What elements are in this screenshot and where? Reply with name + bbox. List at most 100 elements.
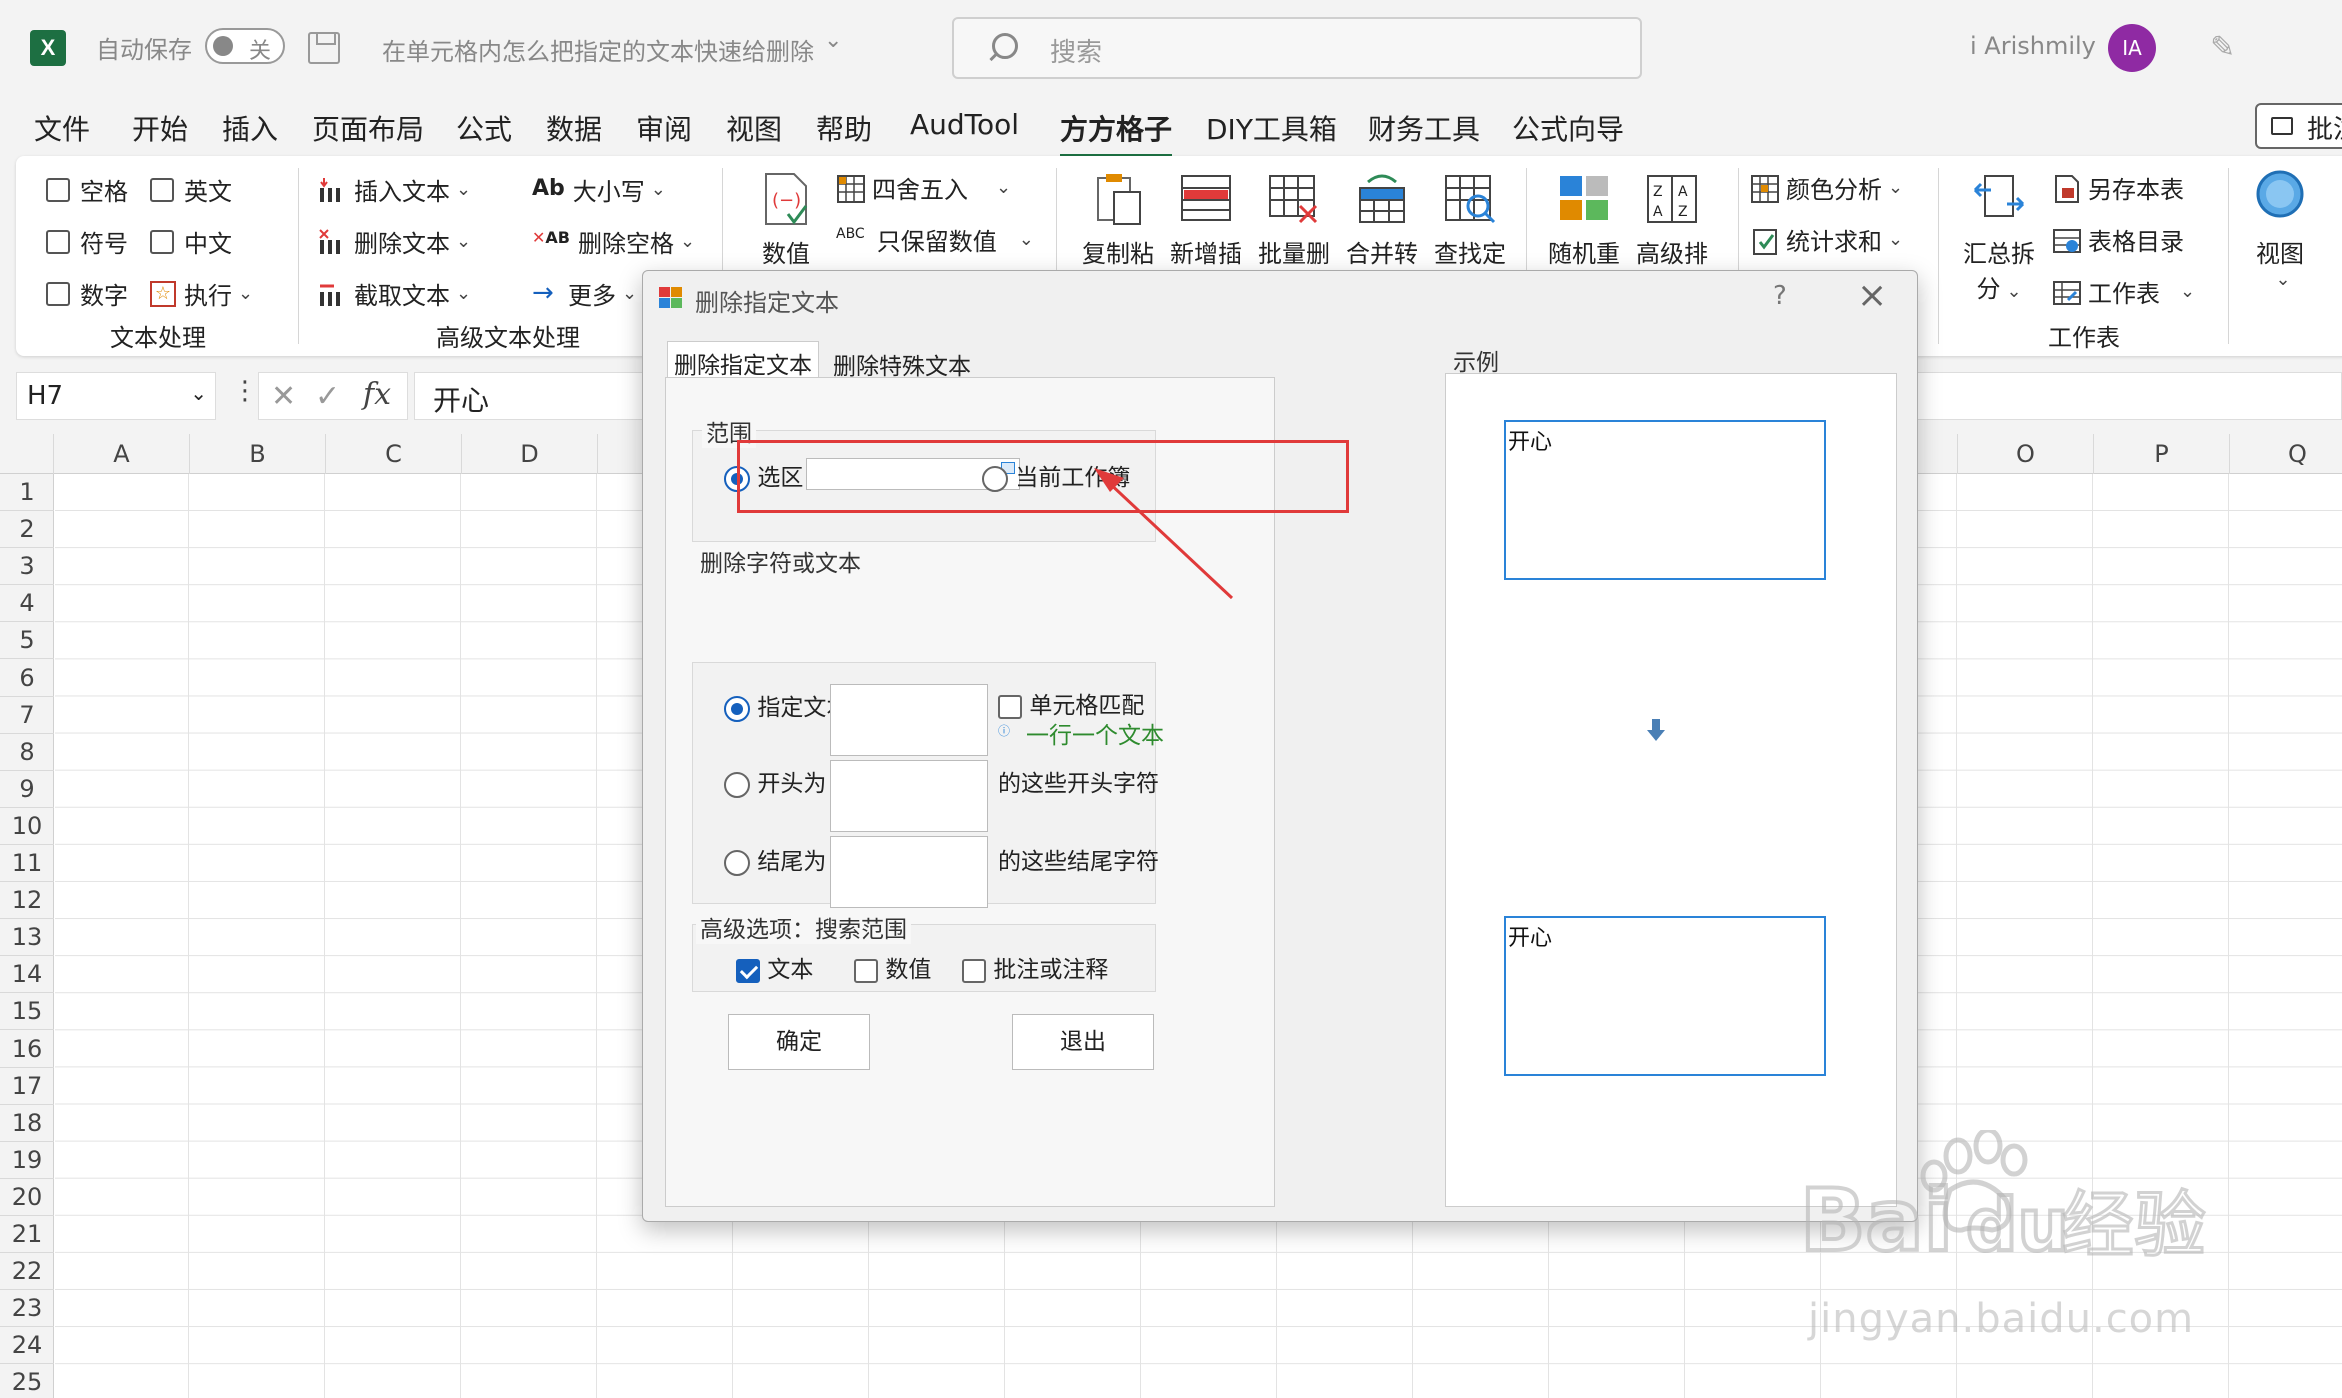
more-button[interactable]: → 更多 ⌄	[532, 276, 637, 311]
row-header[interactable]: 8	[0, 734, 54, 771]
pen-icon[interactable]: ✎	[2210, 30, 2246, 66]
row-header[interactable]: 1	[0, 474, 54, 511]
save-icon[interactable]	[308, 32, 340, 64]
tab-data[interactable]: 数据	[546, 108, 602, 148]
help-icon[interactable]: ?	[1773, 281, 1787, 311]
tab-diy-toolbox[interactable]: DIY工具箱	[1206, 108, 1337, 148]
opt-value-checkbox[interactable]: 数值	[854, 950, 931, 984]
select-all-corner[interactable]	[0, 434, 54, 474]
save-sheet-button[interactable]: 另存本表	[2052, 170, 2184, 205]
autosave-toggle[interactable]: 关	[205, 28, 285, 64]
find-locate-button[interactable]: 查找定	[1430, 170, 1510, 269]
tab-formula-wizard[interactable]: 公式向导	[1512, 108, 1624, 148]
space-checkbox[interactable]: 空格	[46, 172, 128, 207]
row-header[interactable]: 13	[0, 919, 54, 957]
tab-page-layout[interactable]: 页面布局	[312, 108, 424, 148]
tab-fangfanggezi[interactable]: 方方格子	[1060, 108, 1173, 158]
row-header[interactable]: 9	[0, 771, 54, 808]
insert-text-button[interactable]: 插入文本 ⌄	[318, 172, 471, 207]
row-header[interactable]: 25	[0, 1364, 54, 1398]
case-button[interactable]: Ab 大小写 ⌄	[532, 172, 666, 207]
random-button[interactable]: 随机重	[1544, 170, 1624, 269]
cell-match-checkbox[interactable]: 单元格匹配	[998, 686, 1144, 720]
symbol-checkbox[interactable]: 符号	[46, 224, 128, 259]
column-header[interactable]: O	[1958, 434, 2094, 474]
row-header[interactable]: 19	[0, 1142, 54, 1179]
chevron-down-icon[interactable]: ⌄	[190, 381, 207, 405]
search-box[interactable]: 搜索	[952, 17, 1642, 79]
more-options-icon[interactable]: ⋮	[232, 376, 258, 406]
row-header[interactable]: 21	[0, 1216, 54, 1253]
row-header[interactable]: 10	[0, 808, 54, 845]
row-header[interactable]: 6	[0, 660, 54, 697]
row-header[interactable]: 11	[0, 845, 54, 882]
tab-formulas[interactable]: 公式	[456, 108, 512, 148]
row-header[interactable]: 23	[0, 1290, 54, 1328]
column-header[interactable]: P	[2094, 434, 2230, 474]
value-button[interactable]: (−) 数值	[746, 170, 826, 269]
merge-convert-button[interactable]: 合并转	[1342, 170, 1422, 269]
row-header[interactable]: 16	[0, 1031, 54, 1068]
ends-with-input[interactable]	[830, 836, 988, 908]
specified-text-input[interactable]	[830, 684, 988, 756]
close-icon[interactable]: ×	[1857, 275, 1887, 316]
digit-checkbox[interactable]: 数字	[46, 276, 128, 311]
document-title[interactable]: 在单元格内怎么把指定的文本快速给删除	[382, 32, 814, 67]
row-header[interactable]: 2	[0, 511, 54, 549]
summary-split-button[interactable]: 汇总拆 分 ⌄	[1956, 170, 2042, 304]
add-insert-button[interactable]: 新增插	[1166, 170, 1246, 269]
execute-button[interactable]: ☆ 执行 ⌄	[150, 276, 253, 311]
avatar[interactable]: IA	[2108, 24, 2156, 72]
round-button[interactable]: 四舍五入 ⌄	[836, 170, 1011, 205]
row-header[interactable]: 24	[0, 1327, 54, 1365]
tab-review[interactable]: 审阅	[636, 108, 692, 148]
row-header[interactable]: 20	[0, 1179, 54, 1216]
delete-spaces-button[interactable]: ✕AB 删除空格 ⌄	[532, 224, 695, 259]
row-header[interactable]: 12	[0, 882, 54, 920]
tab-home[interactable]: 开始	[132, 108, 188, 148]
stat-sum-button[interactable]: 统计求和 ⌄	[1750, 222, 1903, 257]
row-header[interactable]: 14	[0, 956, 54, 994]
row-header[interactable]: 5	[0, 622, 54, 660]
tab-finance-tools[interactable]: 财务工具	[1368, 108, 1480, 148]
exit-button[interactable]: 退出	[1012, 1014, 1154, 1070]
check-icon[interactable]: ✓	[315, 379, 340, 414]
tab-audtool[interactable]: AudTool	[910, 108, 1019, 141]
keep-value-button[interactable]: ABC 只保留数值 ⌄	[836, 222, 1034, 257]
column-header[interactable]: Q	[2230, 434, 2342, 474]
row-header[interactable]: 7	[0, 697, 54, 734]
cancel-icon[interactable]: ✕	[271, 379, 296, 414]
copy-paste-button[interactable]: 复制粘	[1078, 170, 1158, 269]
row-header[interactable]: 18	[0, 1105, 54, 1142]
chinese-checkbox[interactable]: 中文	[150, 224, 232, 259]
view-button[interactable]: 视图 ⌄	[2240, 170, 2320, 290]
column-header[interactable]: C	[326, 434, 462, 474]
comments-button[interactable]: 批注	[2255, 103, 2342, 149]
tab-help[interactable]: 帮助	[816, 108, 872, 148]
worksheet-button[interactable]: 工作表 ⌄	[2052, 274, 2195, 309]
extract-text-button[interactable]: 截取文本 ⌄	[318, 276, 471, 311]
name-box[interactable]: H7 ⌄	[16, 372, 216, 420]
column-header[interactable]: D	[462, 434, 598, 474]
batch-delete-button[interactable]: 批量删	[1254, 170, 1334, 269]
sheet-toc-button[interactable]: 表格目录	[2052, 222, 2184, 257]
dialog-titlebar[interactable]: 删除指定文本 ? ×	[643, 271, 1917, 325]
opt-comment-checkbox[interactable]: 批注或注释	[962, 950, 1108, 984]
english-checkbox[interactable]: 英文	[150, 172, 232, 207]
row-header[interactable]: 22	[0, 1253, 54, 1291]
column-header[interactable]: A	[54, 434, 190, 474]
ok-button[interactable]: 确定	[728, 1014, 870, 1070]
tab-view[interactable]: 视图	[726, 108, 782, 148]
row-header[interactable]: 3	[0, 548, 54, 586]
fx-icon[interactable]: fx	[363, 377, 391, 412]
row-header[interactable]: 17	[0, 1068, 54, 1105]
color-analysis-button[interactable]: 颜色分析 ⌄	[1750, 170, 1903, 205]
row-header[interactable]: 15	[0, 993, 54, 1031]
column-header[interactable]: B	[190, 434, 326, 474]
opt-text-checkbox[interactable]: 文本	[736, 950, 813, 984]
tab-file[interactable]: 文件	[34, 108, 90, 148]
row-header[interactable]: 4	[0, 585, 54, 623]
tab-insert[interactable]: 插入	[222, 108, 278, 148]
delete-text-button[interactable]: 删除文本 ⌄	[318, 224, 471, 259]
starts-with-input[interactable]	[830, 760, 988, 832]
